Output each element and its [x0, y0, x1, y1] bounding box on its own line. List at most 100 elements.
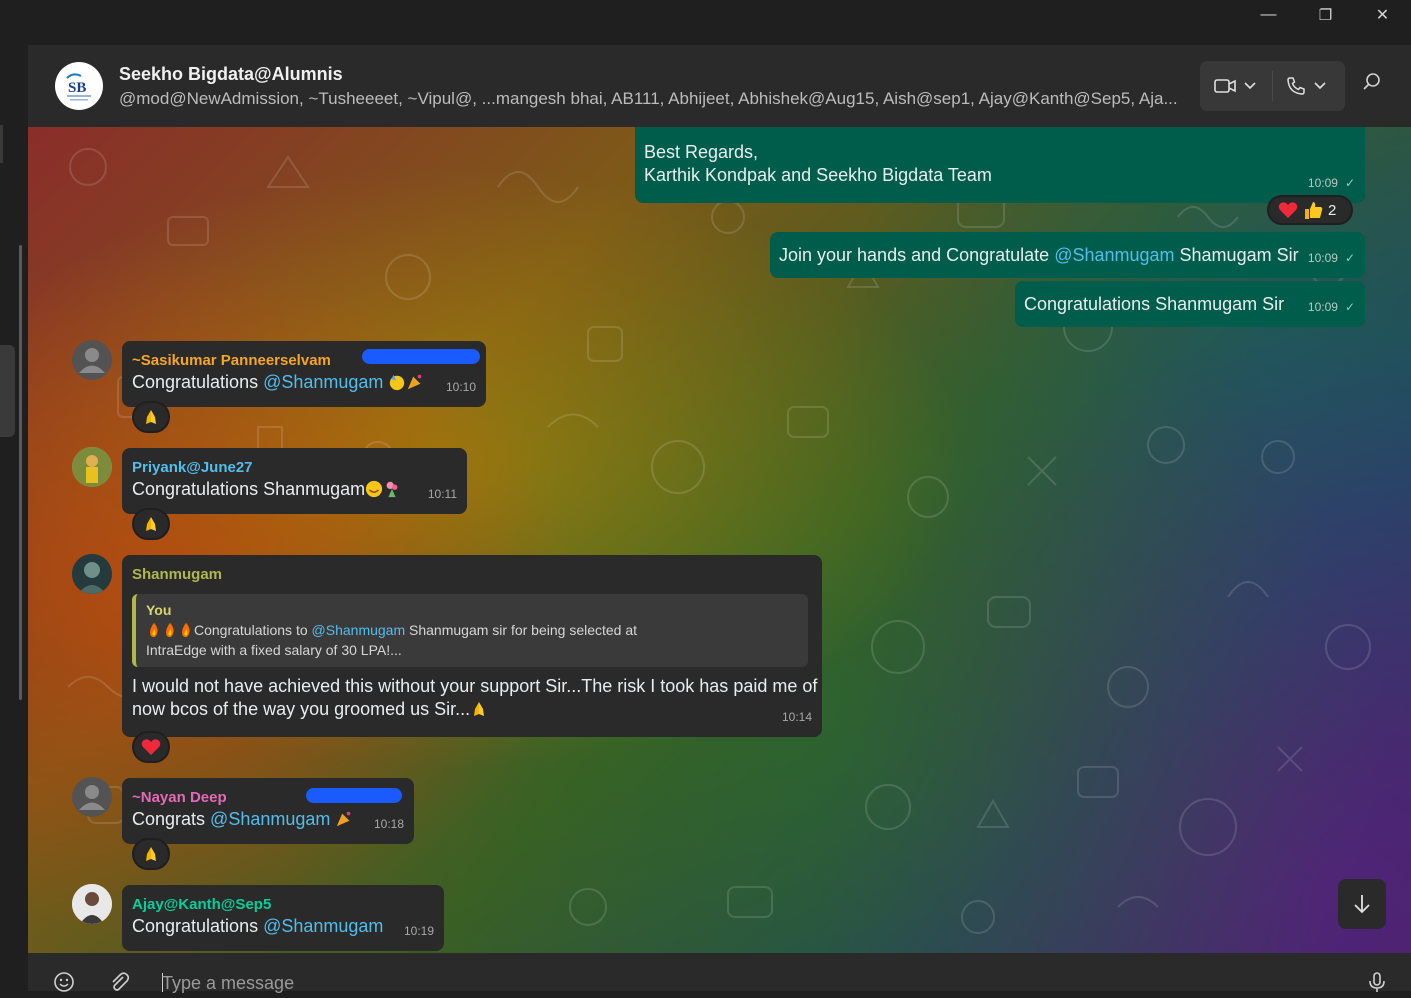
- message-bubble-incoming[interactable]: ~Nayan Deep Congrats @Shanmugam 10:18: [122, 778, 414, 844]
- avatar[interactable]: [72, 447, 112, 487]
- quoted-text-part: Shanmugam sir for being selected at: [405, 622, 638, 638]
- thumbs-up-icon: [1305, 202, 1323, 219]
- arrow-down-icon: [1354, 895, 1370, 914]
- message-meta: 10:14: [782, 706, 812, 729]
- heart-icon: [1278, 202, 1298, 218]
- video-call-button[interactable]: [1214, 61, 1256, 111]
- quoted-message[interactable]: You Congratulations to @Shanmugam Shanmu…: [132, 594, 808, 667]
- video-call-icon: [1214, 79, 1236, 93]
- avatar[interactable]: [72, 554, 112, 594]
- message-bubble-outgoing[interactable]: Congratulations Shanmugam Sir 10:09 ✓: [1015, 281, 1365, 327]
- message-text: Congrats @Shanmugam: [132, 808, 353, 831]
- message-meta: 10:09 ✓: [1308, 172, 1355, 195]
- search-button[interactable]: [1362, 72, 1392, 102]
- user-photo-icon: [72, 554, 112, 594]
- message-text: Congratulations Shanmugam Sir: [1024, 294, 1285, 314]
- reaction-badge[interactable]: [132, 508, 170, 540]
- chevron-down-icon: [1244, 82, 1256, 90]
- user-photo-icon: [72, 884, 112, 924]
- redacted-phone: [306, 788, 402, 803]
- avatar[interactable]: [72, 884, 112, 924]
- voice-call-button[interactable]: [1286, 61, 1326, 111]
- message-pane[interactable]: Best Regards, Karthik Kondpak and Seekho…: [28, 127, 1411, 953]
- message-time: 10:09: [1307, 176, 1338, 190]
- message-line: Karthik Kondpak and Seekho Bigdata Team: [644, 165, 992, 185]
- message-text: Congratulations @Shanmugam: [132, 915, 383, 938]
- window-titlebar: — ❐ ✕: [0, 0, 1411, 45]
- attach-icon: [112, 972, 130, 991]
- message-time: 10:18: [373, 817, 404, 831]
- message-meta: 10:11: [428, 483, 457, 506]
- sender-name[interactable]: ~Nayan Deep: [132, 786, 227, 809]
- call-divider: [1272, 71, 1273, 101]
- chat-list-scrollbar[interactable]: [19, 245, 22, 700]
- sent-check-icon: ✓: [1344, 251, 1355, 265]
- folded-hands-icon: [146, 410, 156, 424]
- smile-icon: [366, 480, 383, 498]
- close-button[interactable]: ✕: [1354, 0, 1411, 30]
- quoted-text-part: Congratulations to: [194, 622, 312, 638]
- message-bubble-incoming[interactable]: Priyank@June27 Congratulations Shanmugam…: [122, 448, 467, 514]
- scroll-to-bottom-button[interactable]: [1338, 879, 1386, 929]
- emoji-button[interactable]: [53, 971, 75, 993]
- message-time: 10:09: [1307, 300, 1338, 314]
- mention-link[interactable]: @Shanmugam: [263, 916, 383, 936]
- message-composer: [28, 953, 1411, 995]
- sender-name[interactable]: Ajay@Kanth@Sep5: [132, 893, 271, 916]
- group-avatar[interactable]: SB: [55, 62, 103, 110]
- sender-name[interactable]: Shanmugam: [132, 563, 222, 586]
- default-avatar-icon: [79, 348, 105, 373]
- fire-icon: [182, 622, 190, 638]
- fire-icon: [166, 622, 174, 638]
- message-input[interactable]: [162, 971, 1162, 995]
- group-logo-icon: SB: [59, 66, 99, 106]
- restore-button[interactable]: ❐: [1297, 0, 1354, 30]
- message-bubble-incoming[interactable]: Ajay@Kanth@Sep5 Congratulations @Shanmug…: [122, 885, 444, 951]
- avatar[interactable]: [72, 340, 112, 380]
- message-meta: 10:09 ✓: [1308, 296, 1355, 319]
- reaction-badge[interactable]: [132, 838, 170, 870]
- mention-link[interactable]: @Shanmugam: [210, 809, 330, 829]
- group-avatar-text: SB: [68, 80, 86, 96]
- message-bubble-incoming[interactable]: Shanmugam You Congratulations to @Shanmu…: [122, 555, 822, 737]
- bouquet-icon: [386, 481, 398, 498]
- message-meta: 10:18: [374, 813, 404, 836]
- sender-name[interactable]: Priyank@June27: [132, 456, 253, 479]
- sidebar-collapse-handle[interactable]: [0, 345, 15, 437]
- reaction-badge[interactable]: [132, 401, 170, 433]
- message-bubble-outgoing[interactable]: Join your hands and Congratulate @Shanmu…: [770, 232, 1365, 278]
- reaction-badge[interactable]: [132, 731, 170, 763]
- quoted-sender: You: [146, 602, 172, 618]
- message-meta: 10:19: [404, 920, 434, 943]
- mention-link[interactable]: @Shanmugam: [312, 622, 406, 638]
- voice-message-button[interactable]: [1366, 971, 1388, 993]
- folded-hands-icon: [474, 702, 485, 716]
- attach-button[interactable]: [108, 971, 130, 993]
- message-meta: 10:10: [446, 376, 476, 399]
- folded-hands-icon: [146, 847, 156, 861]
- group-members[interactable]: @mod@NewAdmission, ~Tusheeeet, ~Vipul@, …: [119, 89, 1189, 109]
- minimize-button[interactable]: —: [1240, 0, 1297, 30]
- message-text-part: Shamugam Sir: [1174, 245, 1299, 265]
- message-bubble-incoming[interactable]: ~Sasikumar Panneerselvam Congratulations…: [122, 341, 486, 407]
- message-text-part: Congratulations: [132, 916, 264, 936]
- message-text-part: Congrats: [132, 809, 211, 829]
- chevron-down-icon: [1314, 82, 1326, 90]
- folded-hands-icon: [146, 517, 156, 531]
- sender-name[interactable]: ~Sasikumar Panneerselvam: [132, 349, 331, 372]
- message-bubble-outgoing[interactable]: Best Regards, Karthik Kondpak and Seekho…: [635, 127, 1365, 203]
- message-meta: 10:09 ✓: [1308, 247, 1355, 270]
- mention-link[interactable]: @Shanmugam: [1054, 245, 1174, 265]
- redacted-phone: [362, 349, 480, 364]
- avatar[interactable]: [72, 777, 112, 817]
- party-face-icon: [390, 374, 405, 391]
- message-line: Best Regards,: [644, 142, 759, 162]
- sent-check-icon: ✓: [1344, 176, 1355, 190]
- chat-header[interactable]: SB Seekho Bigdata@Alumnis @mod@NewAdmiss…: [28, 45, 1411, 127]
- mention-link[interactable]: @Shanmugam: [263, 372, 383, 392]
- group-name[interactable]: Seekho Bigdata@Alumnis: [119, 64, 343, 85]
- reaction-badge[interactable]: 2: [1267, 195, 1353, 225]
- fire-icon: [150, 622, 158, 638]
- call-controls: [1200, 61, 1345, 111]
- message-time: 10:14: [781, 710, 812, 724]
